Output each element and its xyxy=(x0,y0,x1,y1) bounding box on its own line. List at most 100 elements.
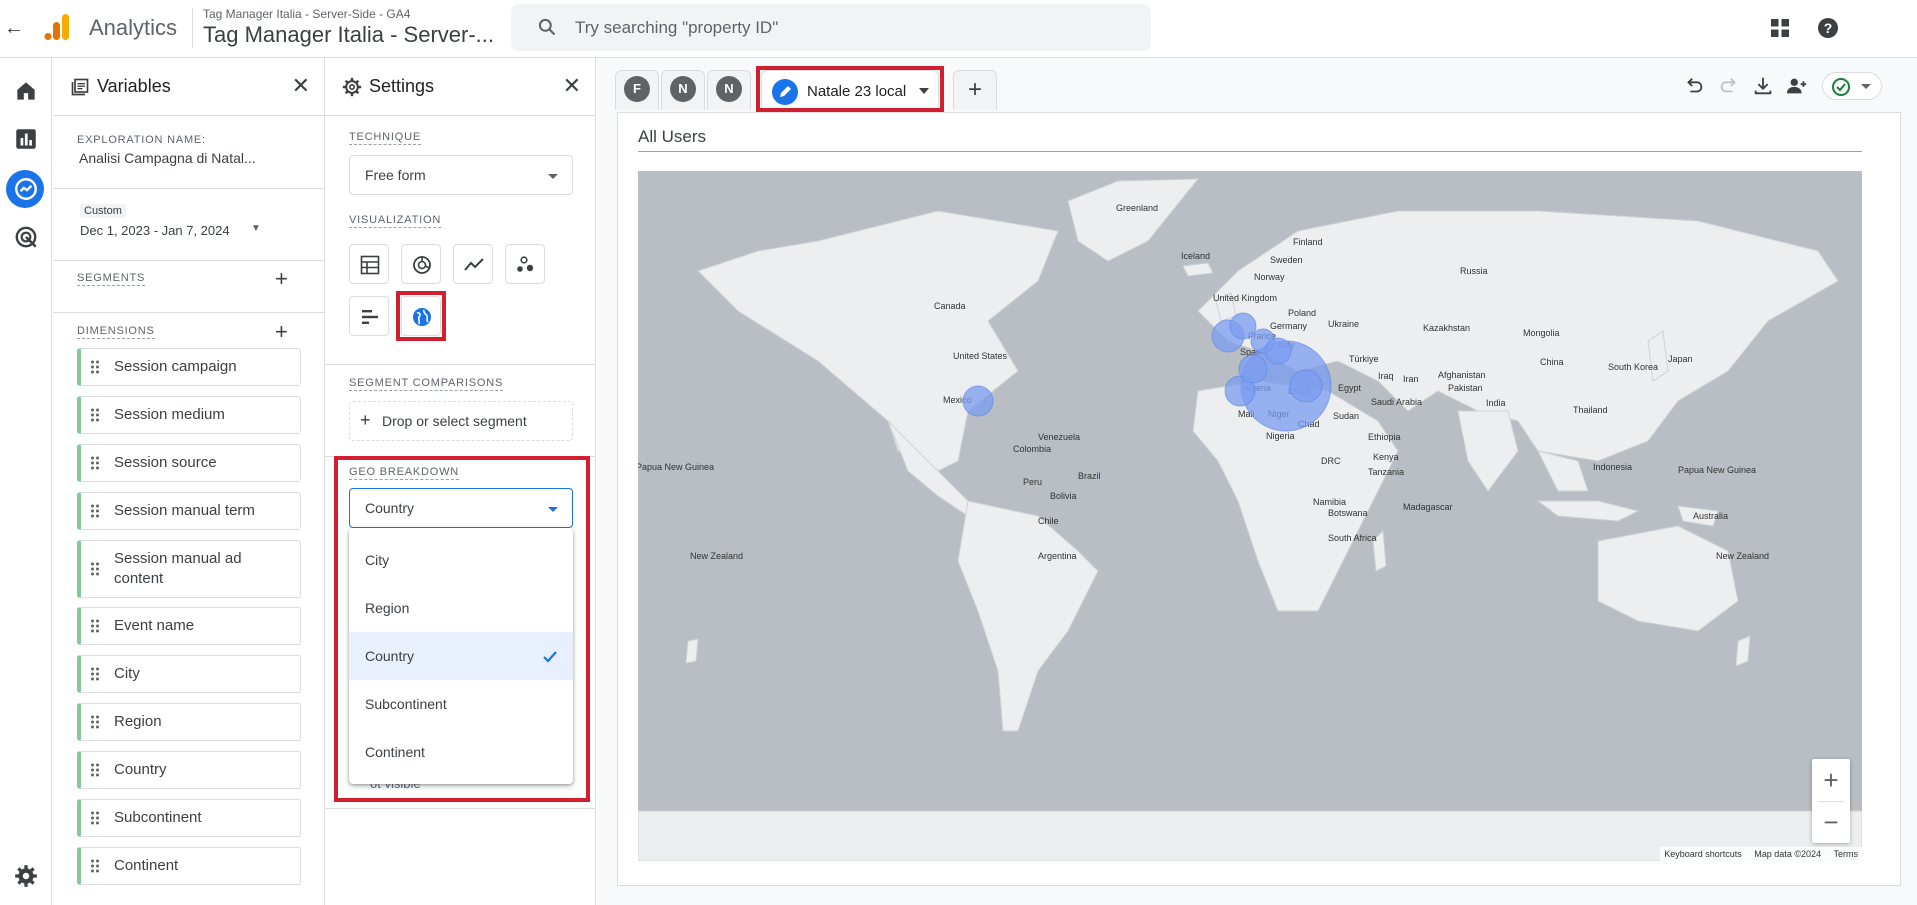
divider xyxy=(325,364,595,365)
dimension-item[interactable]: Session manual ad content xyxy=(77,540,301,598)
tab-f[interactable]: F xyxy=(624,76,650,102)
search-bar[interactable]: Try searching "property ID" xyxy=(511,4,1151,51)
map-zoom-controls: + − xyxy=(1812,759,1850,843)
apps-grid-icon[interactable] xyxy=(1768,16,1792,40)
dimension-label: Subcontinent xyxy=(114,809,202,826)
scatter-plot-icon xyxy=(517,256,534,272)
undo-icon[interactable] xyxy=(1683,75,1705,97)
viz-bar-button[interactable] xyxy=(349,296,389,336)
add-dimension-plus-icon[interactable]: + xyxy=(275,321,288,343)
advertising-icon[interactable] xyxy=(13,224,39,250)
dimension-item[interactable]: Country xyxy=(77,751,301,789)
dimensions-label: DIMENSIONS xyxy=(77,325,155,339)
help-icon[interactable]: ? xyxy=(1816,16,1840,40)
highlight-geo-breakdown xyxy=(334,456,590,802)
segments-label: SEGMENTS xyxy=(77,272,146,286)
keyboard-shortcuts-link[interactable]: Keyboard shortcuts xyxy=(1664,849,1742,859)
plus-icon: + xyxy=(360,410,371,430)
drag-handle-icon[interactable] xyxy=(90,360,100,374)
chart-card: All Users Greenland Iceland Finland Swed… xyxy=(617,112,1901,886)
tab-n2[interactable]: N xyxy=(716,76,742,102)
world-map[interactable]: Greenland Iceland Finland Sweden Norway Russi… xyxy=(638,171,1862,861)
zoom-out-button[interactable]: − xyxy=(1812,801,1850,843)
save-status-pill[interactable] xyxy=(1822,72,1882,100)
bubble-greece[interactable] xyxy=(1289,369,1323,403)
drag-handle-icon[interactable] xyxy=(90,811,100,825)
chevron-down-icon[interactable]: ▼ xyxy=(251,223,261,234)
variables-header: Variables ✕ xyxy=(53,58,324,116)
left-nav-rail xyxy=(0,58,52,905)
settings-title: Settings xyxy=(369,76,435,96)
check-status-icon xyxy=(1832,78,1850,96)
divider xyxy=(53,312,324,313)
property-name[interactable]: Tag Manager Italia - Server-... xyxy=(203,22,494,48)
close-icon[interactable]: ✕ xyxy=(292,75,310,97)
dimension-item[interactable]: City xyxy=(77,655,301,693)
segment-comparisons-label: SEGMENT COMPARISONS xyxy=(349,377,504,391)
drag-handle-icon[interactable] xyxy=(90,562,100,576)
download-icon[interactable] xyxy=(1752,75,1774,97)
bubble-germany[interactable] xyxy=(1264,337,1292,365)
chart-title[interactable]: All Users xyxy=(638,127,706,147)
bubble-france[interactable] xyxy=(1238,354,1268,384)
account-name[interactable]: Tag Manager Italia - Server-Side - GA4 xyxy=(203,7,410,21)
drag-handle-icon[interactable] xyxy=(90,667,100,681)
drag-handle-icon[interactable] xyxy=(90,715,100,729)
app-name: Analytics xyxy=(89,15,178,40)
dimension-label: Session manual ad content xyxy=(114,550,242,587)
home-icon[interactable] xyxy=(13,78,39,104)
date-preset-chip: Custom xyxy=(80,204,126,218)
drag-handle-icon[interactable] xyxy=(90,504,100,518)
drag-handle-icon[interactable] xyxy=(90,763,100,777)
search-placeholder[interactable]: Try searching "property ID" xyxy=(575,18,778,38)
terms-link[interactable]: Terms xyxy=(1834,849,1859,859)
exploration-name-value[interactable]: Analisi Campagna di Natal... xyxy=(79,150,256,166)
dimension-item[interactable]: Event name xyxy=(77,607,301,645)
drag-handle-icon[interactable] xyxy=(90,408,100,422)
variables-panel: Variables ✕ EXPLORATION NAME: Analisi Ca… xyxy=(53,58,325,905)
dimension-label: Country xyxy=(114,761,167,778)
dimension-item[interactable]: Region xyxy=(77,703,301,741)
redo-icon[interactable] xyxy=(1718,75,1740,97)
drag-handle-icon[interactable] xyxy=(90,456,100,470)
back-arrow-icon[interactable]: ← xyxy=(4,16,24,40)
viz-scatter-button[interactable] xyxy=(505,244,545,284)
bubble-united-states[interactable] xyxy=(962,385,994,417)
close-icon[interactable]: ✕ xyxy=(563,75,581,97)
viz-donut-button[interactable] xyxy=(401,244,441,284)
share-user-icon[interactable] xyxy=(1786,75,1808,97)
variables-title: Variables xyxy=(97,76,171,96)
dimension-item[interactable]: Subcontinent xyxy=(77,799,301,837)
map-attribution: Keyboard shortcuts Map data ©2024 Terms xyxy=(1660,847,1862,861)
drag-handle-icon[interactable] xyxy=(90,859,100,873)
tab-n1[interactable]: N xyxy=(670,76,696,102)
drag-handle-icon[interactable] xyxy=(90,619,100,633)
viz-line-button[interactable] xyxy=(453,244,493,284)
divider xyxy=(53,260,324,261)
technique-value: Free form xyxy=(365,167,426,183)
dimension-label: Event name xyxy=(114,617,195,634)
dimension-item[interactable]: Session medium xyxy=(77,396,301,434)
exploration-name-label: EXPLORATION NAME: xyxy=(77,134,206,146)
zoom-in-button[interactable]: + xyxy=(1812,759,1850,801)
dimension-item[interactable]: Session campaign xyxy=(77,348,301,386)
technique-select[interactable]: Free form xyxy=(349,155,573,195)
highlight-geo-map-button xyxy=(396,291,446,341)
dimension-label: Region xyxy=(114,713,162,730)
add-tab-button[interactable]: + xyxy=(953,70,997,110)
add-segment-plus-icon[interactable]: + xyxy=(275,268,288,290)
divider xyxy=(325,808,595,809)
settings-gear-icon[interactable] xyxy=(13,863,39,889)
map-bubbles-layer xyxy=(962,312,1332,432)
reports-icon[interactable] xyxy=(13,126,39,152)
divider xyxy=(192,8,193,48)
dimension-item[interactable]: Session manual term xyxy=(77,492,301,530)
date-range-picker[interactable]: Dec 1, 2023 - Jan 7, 2024 xyxy=(80,223,230,238)
map-data-text: Map data ©2024 xyxy=(1754,849,1821,859)
dimension-item[interactable]: Continent xyxy=(77,847,301,885)
viz-table-button[interactable] xyxy=(349,244,389,284)
svg-text:?: ? xyxy=(1824,20,1833,36)
explore-icon[interactable] xyxy=(13,176,39,202)
segment-drop-zone[interactable]: + Drop or select segment xyxy=(349,401,573,441)
dimension-item[interactable]: Session source xyxy=(77,444,301,482)
